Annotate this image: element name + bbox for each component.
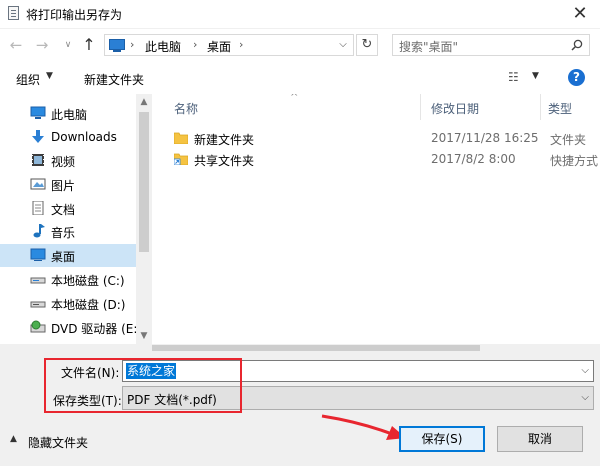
column-divider[interactable] <box>540 94 541 120</box>
hide-folders-label: 隐藏文件夹 <box>28 436 89 450</box>
chevron-down-icon[interactable]: ⌵ <box>581 365 589 377</box>
chevron-down-icon[interactable]: ⌵ <box>581 392 589 404</box>
drive-icon <box>30 301 46 308</box>
breadcrumb-separator[interactable]: › <box>130 38 134 51</box>
view-options-icon[interactable]: ☷ <box>508 70 524 84</box>
dvd-icon <box>30 320 46 333</box>
title-bar: 将打印输出另存为 ✕ <box>0 0 600 29</box>
recent-locations-chevron-icon[interactable]: ∨ <box>62 37 74 53</box>
nav-item-label: 音乐 <box>51 226 76 240</box>
download-icon <box>32 130 44 143</box>
navigation-pane: 此电脑 Downloads 视频 图片 文档 音乐 桌面 本地磁盘 (C:) 本… <box>0 94 152 344</box>
new-folder-button[interactable]: 新建文件夹 <box>84 71 144 88</box>
nav-item-label: 文档 <box>51 203 76 217</box>
nav-item-this-pc[interactable]: 此电脑 <box>0 102 136 125</box>
video-icon <box>32 154 44 166</box>
breadcrumb-separator[interactable]: › <box>193 38 197 51</box>
column-header-name[interactable]: 名称 <box>174 100 198 117</box>
column-header-type[interactable]: 类型 <box>548 100 572 117</box>
file-date: 2017/8/2 8:00 <box>431 152 516 166</box>
pictures-icon <box>30 178 46 190</box>
nav-item-label: 本地磁盘 (C:) <box>51 274 125 288</box>
column-divider[interactable] <box>420 94 421 120</box>
nav-item-label: 此电脑 <box>51 108 88 122</box>
caret-up-icon: ▲ <box>10 434 17 444</box>
column-header-date[interactable]: 修改日期 <box>431 100 479 117</box>
horizontal-scrollbar[interactable] <box>0 344 600 352</box>
file-type: 文件夹 <box>550 133 587 147</box>
nav-item-label: 图片 <box>51 179 76 193</box>
breadcrumb-desktop[interactable]: 桌面 <box>207 38 231 55</box>
file-type: 快捷方式 <box>550 154 599 168</box>
nav-item-videos[interactable]: 视频 <box>0 149 136 172</box>
printer-document-icon <box>8 6 19 20</box>
drive-icon <box>30 277 46 284</box>
nav-item-drive-d[interactable]: 本地磁盘 (D:) <box>0 292 136 315</box>
nav-item-downloads[interactable]: Downloads <box>0 126 136 149</box>
breadcrumb-separator[interactable]: › <box>239 38 243 51</box>
file-row-shared-folder[interactable]: 共享文件夹 2017/8/2 8:00 快捷方式 <box>158 149 600 171</box>
scrollbar-thumb[interactable] <box>152 345 480 351</box>
caret-down-icon[interactable]: ▼ <box>532 71 539 81</box>
nav-item-documents[interactable]: 文档 <box>0 197 136 220</box>
caret-down-icon[interactable]: ▼ <box>46 71 53 81</box>
save-form: 文件名(N): 系统之家 ⌵ 保存类型(T): PDF 文档(*.pdf) ⌵ … <box>0 352 600 466</box>
command-bar: 组织 ▼ 新建文件夹 ☷ ▼ ? <box>0 62 600 94</box>
search-placeholder: 搜索"桌面" <box>399 40 459 54</box>
search-icon <box>571 39 583 51</box>
back-arrow-icon[interactable]: ← <box>8 37 24 53</box>
annotation-arrow-icon <box>321 414 406 440</box>
file-list: ^ 名称 修改日期 类型 新建文件夹 2017/11/28 16:25 文件夹 … <box>158 94 600 344</box>
scroll-down-arrow-icon[interactable]: ▼ <box>136 328 152 344</box>
desktop-icon <box>30 248 46 261</box>
close-button[interactable]: ✕ <box>560 0 600 28</box>
file-row-new-folder[interactable]: 新建文件夹 2017/11/28 16:25 文件夹 <box>158 128 600 150</box>
forward-arrow-icon[interactable]: → <box>34 37 50 53</box>
save-button[interactable]: 保存(S) <box>399 426 485 452</box>
file-name: 共享文件夹 <box>194 154 255 168</box>
nav-item-music[interactable]: 音乐 <box>0 220 136 243</box>
nav-item-label: 视频 <box>51 155 76 169</box>
nav-item-label: 桌面 <box>51 250 76 264</box>
nav-item-desktop[interactable]: 桌面 <box>0 244 136 267</box>
scroll-up-arrow-icon[interactable]: ▲ <box>136 94 152 110</box>
organize-button[interactable]: 组织 <box>16 71 40 88</box>
help-button[interactable]: ? <box>568 69 585 86</box>
computer-icon <box>30 106 46 119</box>
file-date: 2017/11/28 16:25 <box>431 131 539 145</box>
cancel-button[interactable]: 取消 <box>497 426 583 452</box>
chevron-down-icon[interactable]: ⌵ <box>337 39 349 51</box>
documents-icon <box>32 201 44 215</box>
nav-item-dvd-drive[interactable]: DVD 驱动器 (E: <box>0 316 138 339</box>
folder-icon <box>174 132 188 144</box>
annotation-highlight-box <box>44 358 242 413</box>
window-title: 将打印输出另存为 <box>26 8 123 22</box>
nav-pane-scrollbar[interactable]: ▲ ▼ <box>136 94 152 344</box>
music-icon <box>33 224 45 238</box>
nav-item-label: DVD 驱动器 (E: <box>51 322 138 336</box>
sort-ascending-icon: ^ <box>290 94 299 103</box>
scrollbar-thumb[interactable] <box>139 112 149 252</box>
address-bar[interactable]: › 此电脑 › 桌面 › ⌵ <box>104 34 354 56</box>
up-arrow-icon[interactable]: ↑ <box>80 36 98 54</box>
computer-icon <box>109 39 125 52</box>
nav-item-pictures[interactable]: 图片 <box>0 173 136 196</box>
refresh-button[interactable]: ↻ <box>356 34 378 56</box>
breadcrumb-this-pc[interactable]: 此电脑 <box>145 38 181 55</box>
nav-item-label: 本地磁盘 (D:) <box>51 298 126 312</box>
search-input[interactable]: 搜索"桌面" <box>392 34 590 56</box>
file-name: 新建文件夹 <box>194 133 255 147</box>
nav-item-drive-c[interactable]: 本地磁盘 (C:) <box>0 268 136 291</box>
column-header-row: ^ 名称 修改日期 类型 <box>158 94 600 120</box>
nav-item-label: Downloads <box>51 130 117 144</box>
shortcut-folder-icon <box>174 153 188 165</box>
